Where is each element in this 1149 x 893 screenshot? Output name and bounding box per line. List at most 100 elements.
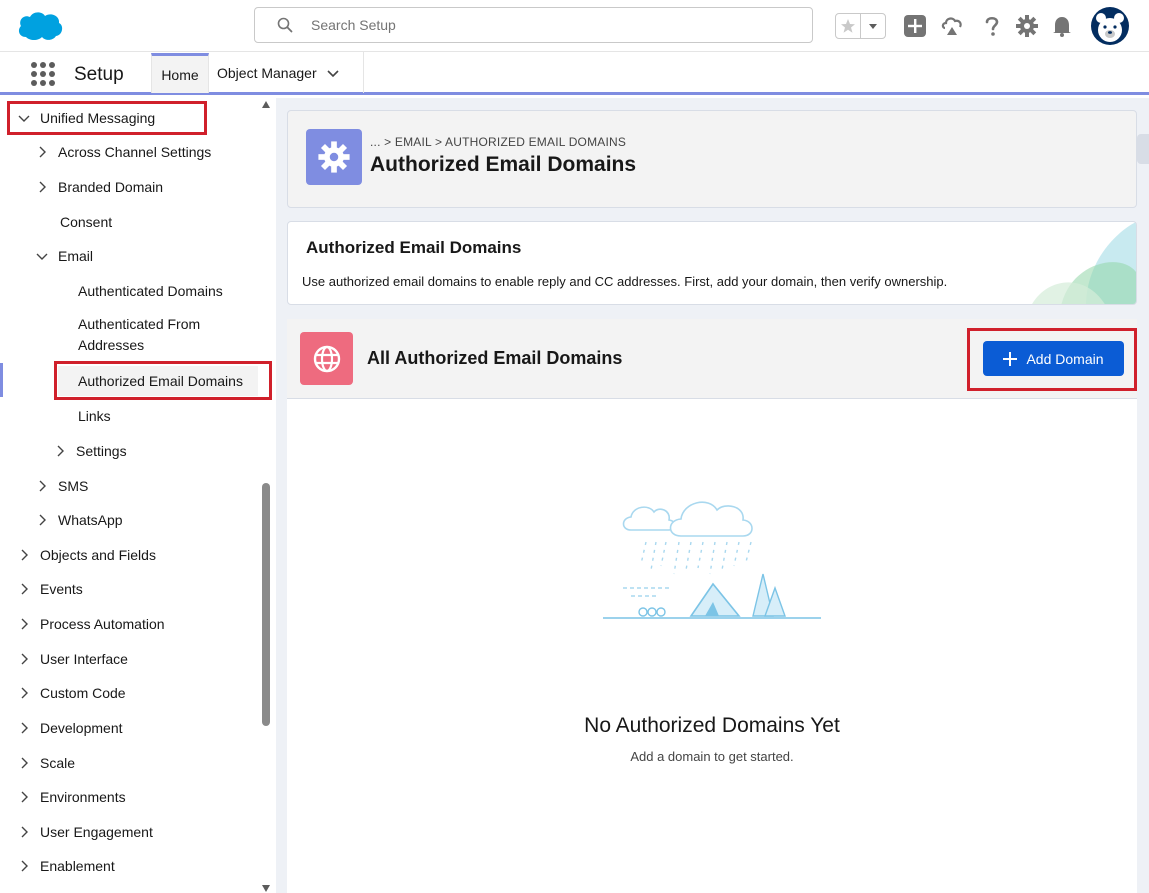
tree-item-objects-and-fields[interactable]: Objects and Fields bbox=[18, 540, 156, 570]
tree-item-user-interface[interactable]: User Interface bbox=[18, 644, 128, 674]
tree-item-label: User Interface bbox=[40, 651, 128, 667]
info-card-title: Authorized Email Domains bbox=[306, 238, 522, 257]
highlight-box bbox=[54, 361, 272, 400]
tree-item-scale[interactable]: Scale bbox=[18, 748, 75, 778]
tree-item-label: WhatsApp bbox=[58, 512, 123, 528]
empty-state-illustration bbox=[603, 501, 821, 619]
chevron-right-icon[interactable] bbox=[18, 583, 30, 595]
global-actions-button[interactable] bbox=[902, 13, 928, 39]
list-header: All Authorized Email Domains Add Domain bbox=[287, 319, 1137, 399]
chevron-right-icon[interactable] bbox=[18, 618, 30, 630]
tree-item-label: Across Channel Settings bbox=[58, 144, 212, 160]
tree-item-authenticated-domains[interactable]: Authenticated Domains bbox=[78, 276, 223, 306]
tree-item-development[interactable]: Development bbox=[18, 713, 123, 743]
scrollbar-thumb[interactable] bbox=[262, 483, 270, 726]
chevron-right-icon[interactable] bbox=[18, 791, 30, 803]
tree-item-email[interactable]: Email bbox=[36, 241, 93, 271]
tree-item-label: Scale bbox=[40, 755, 76, 771]
tree-item-events[interactable]: Events bbox=[18, 574, 83, 604]
tree-item-whatsapp[interactable]: WhatsApp bbox=[36, 505, 123, 535]
tree-item-label: Email bbox=[58, 248, 94, 264]
list-title: All Authorized Email Domains bbox=[367, 348, 623, 368]
search-input[interactable] bbox=[311, 8, 791, 42]
chevron-right-icon[interactable] bbox=[18, 549, 30, 561]
tree-item-sms[interactable]: SMS bbox=[36, 471, 88, 501]
tree-item-label: User Engagement bbox=[40, 824, 153, 840]
tree-item-label: Events bbox=[40, 581, 83, 597]
favorites-button[interactable] bbox=[836, 14, 861, 38]
help-icon bbox=[985, 16, 999, 36]
decorative-shapes bbox=[1032, 222, 1136, 304]
tree-item-label: Process Automation bbox=[40, 616, 165, 632]
help-button[interactable] bbox=[979, 13, 1005, 39]
user-avatar[interactable] bbox=[1091, 7, 1129, 45]
globe-tile bbox=[300, 332, 353, 385]
bear-avatar-icon bbox=[1096, 13, 1124, 42]
panel-collapse-handle[interactable] bbox=[1137, 134, 1149, 164]
empty-state-subtitle: Add a domain to get started. bbox=[630, 749, 794, 764]
chevron-right-icon[interactable] bbox=[18, 826, 30, 838]
tree-item-enablement[interactable]: Enablement bbox=[18, 851, 115, 881]
tree-item-label: Consent bbox=[60, 214, 113, 230]
context-bar: Setup Home Object Manager bbox=[0, 52, 1149, 95]
tree-item-label: Authenticated From Addresses bbox=[78, 316, 201, 353]
app-launcher-icon[interactable] bbox=[30, 61, 56, 87]
tree-item-label: Custom Code bbox=[40, 685, 126, 701]
domains-list-panel: All Authorized Email Domains Add Domain bbox=[287, 319, 1137, 893]
tree-item-process-automation[interactable]: Process Automation bbox=[18, 609, 165, 639]
global-header bbox=[0, 0, 1149, 52]
chevron-right-icon[interactable] bbox=[36, 181, 48, 193]
page-header: ... > EMAIL > AUTHORIZED EMAIL DOMAINS A… bbox=[287, 110, 1137, 208]
tree-item-custom-code[interactable]: Custom Code bbox=[18, 678, 126, 708]
setup-tree-sidebar: Unified Messaging Across Channel Setting… bbox=[0, 98, 276, 893]
tree-item-authenticated-from-addresses[interactable]: Authenticated From Addresses bbox=[78, 314, 228, 358]
tab-object-manager[interactable]: Object Manager bbox=[209, 52, 364, 93]
highlight-box bbox=[967, 328, 1137, 391]
tree-item-settings[interactable]: Settings bbox=[54, 436, 127, 466]
setup-tile bbox=[306, 129, 362, 185]
chevron-right-icon[interactable] bbox=[18, 722, 30, 734]
chevron-right-icon[interactable] bbox=[18, 653, 30, 665]
breadcrumb[interactable]: ... > EMAIL > AUTHORIZED EMAIL DOMAINS bbox=[370, 135, 626, 149]
tree-item-label: SMS bbox=[58, 478, 89, 494]
tree-item-label: Environments bbox=[40, 789, 126, 805]
chevron-right-icon[interactable] bbox=[18, 860, 30, 872]
chevron-right-icon[interactable] bbox=[54, 445, 66, 457]
tree-item-branded-domain[interactable]: Branded Domain bbox=[36, 172, 163, 202]
tree-item-label: Objects and Fields bbox=[40, 547, 156, 563]
chevron-right-icon[interactable] bbox=[36, 146, 48, 158]
tab-object-manager-label: Object Manager bbox=[217, 64, 317, 81]
main-content: ... > EMAIL > AUTHORIZED EMAIL DOMAINS A… bbox=[276, 98, 1149, 893]
tree-item-label: Authenticated Domains bbox=[78, 283, 223, 299]
chevron-right-icon[interactable] bbox=[18, 757, 30, 769]
search-box[interactable] bbox=[254, 7, 813, 43]
tab-home[interactable]: Home bbox=[151, 53, 209, 93]
search-icon bbox=[277, 17, 293, 33]
tree-item-label: Enablement bbox=[40, 858, 115, 874]
salesforce-logo[interactable] bbox=[16, 9, 64, 43]
page-title: Authorized Email Domains bbox=[370, 153, 637, 176]
tree-item-label: Links bbox=[78, 408, 111, 424]
chevron-right-icon[interactable] bbox=[36, 514, 48, 526]
notifications-button[interactable] bbox=[1049, 13, 1075, 39]
setup-gear-button[interactable] bbox=[1014, 13, 1040, 39]
favorites-list-button[interactable] bbox=[861, 14, 885, 38]
tree-item-environments[interactable]: Environments bbox=[18, 782, 126, 812]
tree-item-user-engagement[interactable]: User Engagement bbox=[18, 817, 153, 847]
tree-item-label: Development bbox=[40, 720, 123, 736]
chevron-down-icon[interactable] bbox=[36, 250, 48, 262]
scroll-down-icon[interactable] bbox=[262, 885, 270, 892]
tree-item-across-channel-settings[interactable]: Across Channel Settings bbox=[36, 137, 211, 167]
trailhead-button[interactable] bbox=[939, 13, 965, 39]
tree-item-links[interactable]: Links bbox=[78, 401, 111, 431]
chevron-right-icon[interactable] bbox=[36, 480, 48, 492]
tree-item-consent[interactable]: Consent bbox=[60, 207, 112, 237]
scroll-up-icon[interactable] bbox=[262, 101, 270, 108]
selected-indicator bbox=[0, 363, 3, 397]
globe-icon bbox=[313, 345, 340, 372]
chevron-down-icon[interactable] bbox=[327, 67, 339, 79]
trailhead-icon bbox=[941, 17, 962, 35]
tree-item-label: Settings bbox=[76, 443, 127, 459]
chevron-right-icon[interactable] bbox=[18, 687, 30, 699]
info-card-description: Use authorized email domains to enable r… bbox=[302, 274, 948, 289]
